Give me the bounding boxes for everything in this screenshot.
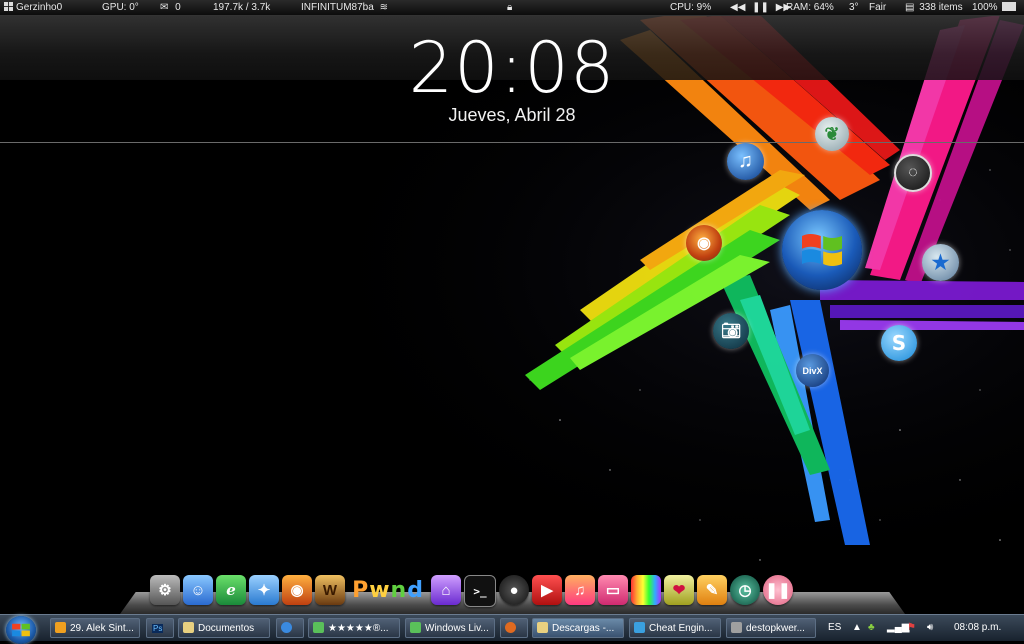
taskbar-button-photoshop[interactable]: Ps	[146, 618, 174, 638]
taskbar-button-music[interactable]: 29. Alek Sint...	[50, 618, 140, 638]
wifi-indicator[interactable]: INFINITUM87ba ≋	[301, 0, 388, 15]
itunes-icon[interactable]: ♫	[565, 575, 595, 605]
youtube-icon[interactable]: ▶	[532, 575, 562, 605]
taskbar-button-media[interactable]	[276, 618, 304, 638]
lips-icon[interactable]: ❤	[664, 575, 694, 605]
windows-flag-icon	[4, 2, 13, 11]
weather-temp: 3°	[849, 2, 859, 13]
home-icon[interactable]: ⌂	[431, 575, 461, 605]
clock-date: Jueves, Abril 28	[448, 105, 576, 125]
settings-icon[interactable]: ✎	[697, 575, 727, 605]
items-indicator: ▤ 338 items	[905, 0, 963, 15]
star-orb-icon[interactable]: ★	[922, 244, 959, 281]
winamp-icon	[55, 622, 66, 633]
pause-icon[interactable]: ❚❚	[752, 2, 769, 13]
cpu-readout: CPU: 9%	[670, 2, 712, 13]
taskbar-button-label: Documentos	[198, 623, 255, 634]
taskbar-button-windows-live[interactable]: Windows Liv...	[405, 618, 495, 638]
taskbar-button-descargas[interactable]: Descargas -...	[532, 618, 624, 638]
messenger-icon	[313, 622, 324, 633]
windows-orb-icon[interactable]	[782, 210, 862, 290]
taskbar-button-firefox[interactable]	[500, 618, 528, 638]
messenger-tray-icon[interactable]: ♣	[868, 615, 875, 641]
gpu-readout: GPU: 0°	[102, 2, 139, 13]
time-machine-icon[interactable]: ◷	[730, 575, 760, 605]
taskbar: 29. Alek Sint... Ps Documentos ★★★★★®...…	[0, 614, 1024, 644]
media-controls: ◀◀ ❚❚ ▶▶	[730, 0, 791, 15]
divx-label: DivX	[802, 365, 823, 376]
system-preferences-icon[interactable]: ⚙	[150, 575, 180, 605]
mail-indicator[interactable]: ✉ 0	[160, 0, 181, 15]
skype-orb-icon[interactable]: S	[881, 325, 917, 361]
clock-time: 20:08	[408, 27, 616, 109]
taskbar-button-label: destopkwer...	[746, 623, 805, 634]
taskbar-button-documentos[interactable]: Documentos	[178, 618, 270, 638]
wifi-icon: ≋	[379, 2, 388, 13]
firefox-icon	[505, 622, 516, 633]
volume-icon[interactable]: 🔊︎	[927, 615, 933, 641]
taskbar-button-label: Cheat Engin...	[649, 623, 713, 634]
colors-icon[interactable]	[631, 575, 661, 605]
windows-live-icon	[410, 622, 421, 633]
media-player-icon	[281, 622, 292, 633]
firefox-orb-icon[interactable]: ◉	[686, 225, 722, 261]
feather-orb-icon[interactable]: ❦	[815, 117, 849, 151]
cheat-engine-icon	[634, 622, 645, 633]
warcraft-icon[interactable]: W	[315, 575, 345, 605]
battery-indicator: 100%	[972, 0, 1017, 15]
image-icon	[731, 622, 742, 633]
itunes-orb-icon[interactable]: ♫	[727, 143, 764, 180]
pwned-text-icon[interactable]: Pwnd	[348, 575, 428, 605]
finder-icon[interactable]: ☺	[183, 575, 213, 605]
taskbar-button-label: ★★★★★®...	[328, 623, 389, 634]
windows-logo-icon	[802, 234, 842, 266]
taskbar-button-label: Descargas -...	[552, 623, 615, 634]
mail-count: 0	[175, 2, 181, 13]
terminal-icon[interactable]: >_	[464, 575, 496, 607]
lock-icon[interactable]: 🔒︎	[507, 0, 512, 15]
weather-text: Fair	[869, 2, 887, 13]
taskbar-button-label: 29. Alek Sint...	[70, 623, 134, 634]
battery-percent: 100%	[972, 2, 998, 13]
ram-readout: RAM: 64%	[786, 2, 834, 13]
taskbar-button-cheat-engine[interactable]: Cheat Engin...	[629, 618, 721, 638]
firefox-icon[interactable]: ◉	[282, 575, 312, 605]
safari-icon[interactable]: ✦	[249, 575, 279, 605]
status-bar: Gerzinho0 GPU: 0° ✉ 0 197.7k / 3.7k INFI…	[0, 0, 1024, 16]
previous-icon[interactable]: ◀◀	[730, 2, 745, 13]
windows-logo-icon	[12, 623, 30, 637]
photos-icon[interactable]: ▭	[598, 575, 628, 605]
clock-divider	[0, 142, 1024, 143]
folder-icon	[183, 622, 194, 633]
webcam-icon[interactable]: ●	[499, 575, 529, 605]
user-menu[interactable]: Gerzinho0	[4, 0, 62, 15]
battery-icon	[1002, 2, 1017, 11]
taskbar-button-label: Windows Liv...	[425, 623, 489, 634]
items-count: 338 items	[919, 2, 963, 13]
mail-icon: ✉	[160, 2, 169, 13]
language-indicator[interactable]: ES	[828, 615, 841, 641]
photoshop-icon: Ps	[152, 624, 164, 633]
file-icon: ▤	[905, 2, 915, 13]
ring-orb-icon[interactable]: ◌	[894, 154, 932, 192]
dock: ⚙ ☺ e ✦ ◉ W Pwnd ⌂ >_ ● ▶ ♫ ▭ ❤ ✎ ◷ ❚❚	[150, 575, 793, 609]
divx-orb-icon[interactable]: DivX	[796, 354, 829, 387]
downloads-icon	[537, 622, 548, 633]
taskbar-button-desktop[interactable]: destopkwer...	[726, 618, 816, 638]
power-tray-icon[interactable]: ⚑	[907, 615, 916, 641]
internet-explorer-icon[interactable]: e	[216, 575, 246, 605]
user-name: Gerzinho0	[16, 2, 63, 13]
wifi-name: INFINITUM87ba	[301, 2, 374, 13]
pause-icon[interactable]: ❚❚	[763, 575, 793, 605]
camera-orb-icon[interactable]: 📷︎	[713, 313, 749, 349]
taskbar-button-rating[interactable]: ★★★★★®...	[308, 618, 400, 638]
tray-expand-icon[interactable]: ▲	[852, 615, 862, 641]
network-speed: 197.7k / 3.7k	[213, 2, 271, 13]
taskbar-clock[interactable]: 08:08 p.m.	[954, 615, 1001, 641]
